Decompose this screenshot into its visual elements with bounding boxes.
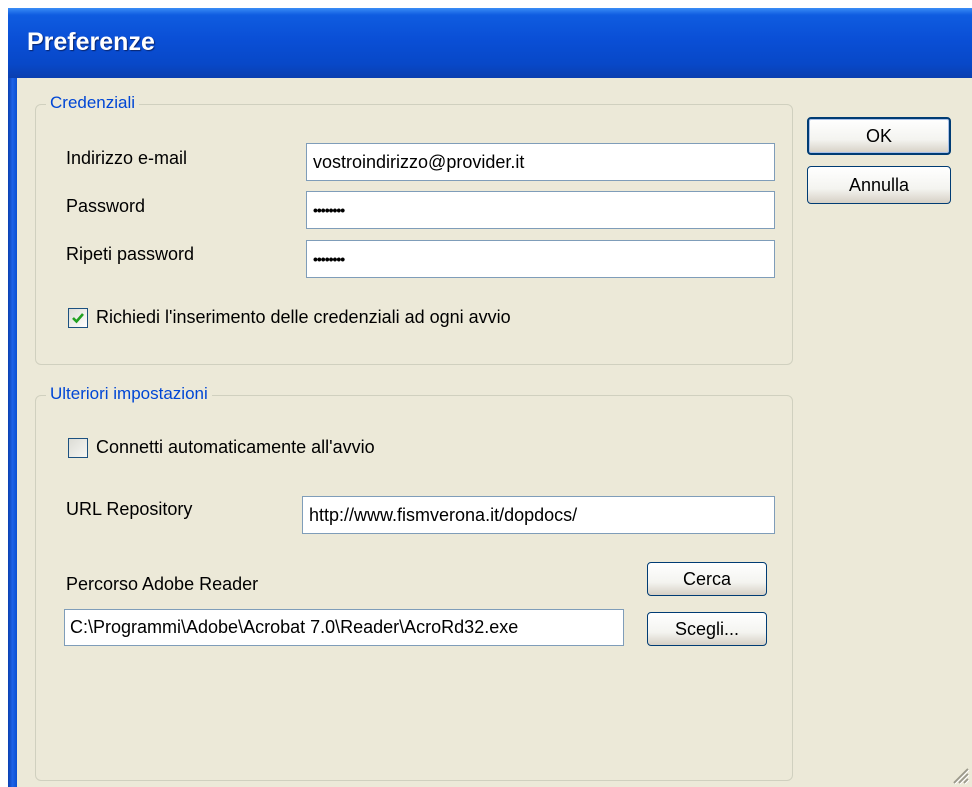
- url-repository-label: URL Repository: [66, 499, 193, 519]
- password-label: Password: [66, 196, 146, 216]
- dialog-client-area: Credenziali Indirizzo e-mail vostroindir…: [17, 78, 972, 787]
- credentials-group: Credenziali Indirizzo e-mail vostroindir…: [35, 93, 793, 365]
- password-field[interactable]: ••••••••: [306, 191, 775, 229]
- choose-button[interactable]: Scegli...: [647, 612, 767, 646]
- other-settings-group: Ulteriori impostazioni Connetti automati…: [35, 384, 793, 781]
- repeat-password-field[interactable]: ••••••••: [306, 240, 775, 278]
- title-bar[interactable]: Preferenze: [8, 8, 972, 78]
- email-field[interactable]: vostroindirizzo@provider.it: [306, 143, 775, 181]
- cancel-button[interactable]: Annulla: [807, 166, 951, 204]
- adobe-reader-path-field[interactable]: C:\Programmi\Adobe\Acrobat 7.0\Reader\Ac…: [64, 609, 624, 646]
- autoconnect-checkbox[interactable]: [68, 438, 88, 458]
- adobe-reader-path-label: Percorso Adobe Reader: [66, 574, 259, 594]
- ask-credentials-label[interactable]: Richiedi l'inserimento delle credenziali…: [96, 307, 511, 328]
- resize-grip-icon[interactable]: [950, 765, 970, 785]
- window-left-border: [8, 78, 17, 787]
- preferences-dialog: Preferenze Credenziali Indirizzo e-mail …: [8, 8, 972, 787]
- ok-button[interactable]: OK: [807, 117, 951, 155]
- autoconnect-label[interactable]: Connetti automaticamente all'avvio: [96, 437, 375, 458]
- other-settings-legend: Ulteriori impostazioni: [46, 384, 212, 404]
- email-label: Indirizzo e-mail: [66, 148, 188, 168]
- checkmark-icon: [72, 313, 84, 324]
- window-title: Preferenze: [27, 28, 155, 56]
- url-repository-field[interactable]: http://www.fismverona.it/dopdocs/: [302, 496, 775, 534]
- credentials-legend: Credenziali: [46, 93, 140, 113]
- ask-credentials-checkbox[interactable]: [68, 308, 88, 328]
- search-button[interactable]: Cerca: [647, 562, 767, 596]
- repeat-password-label: Ripeti password: [66, 244, 195, 264]
